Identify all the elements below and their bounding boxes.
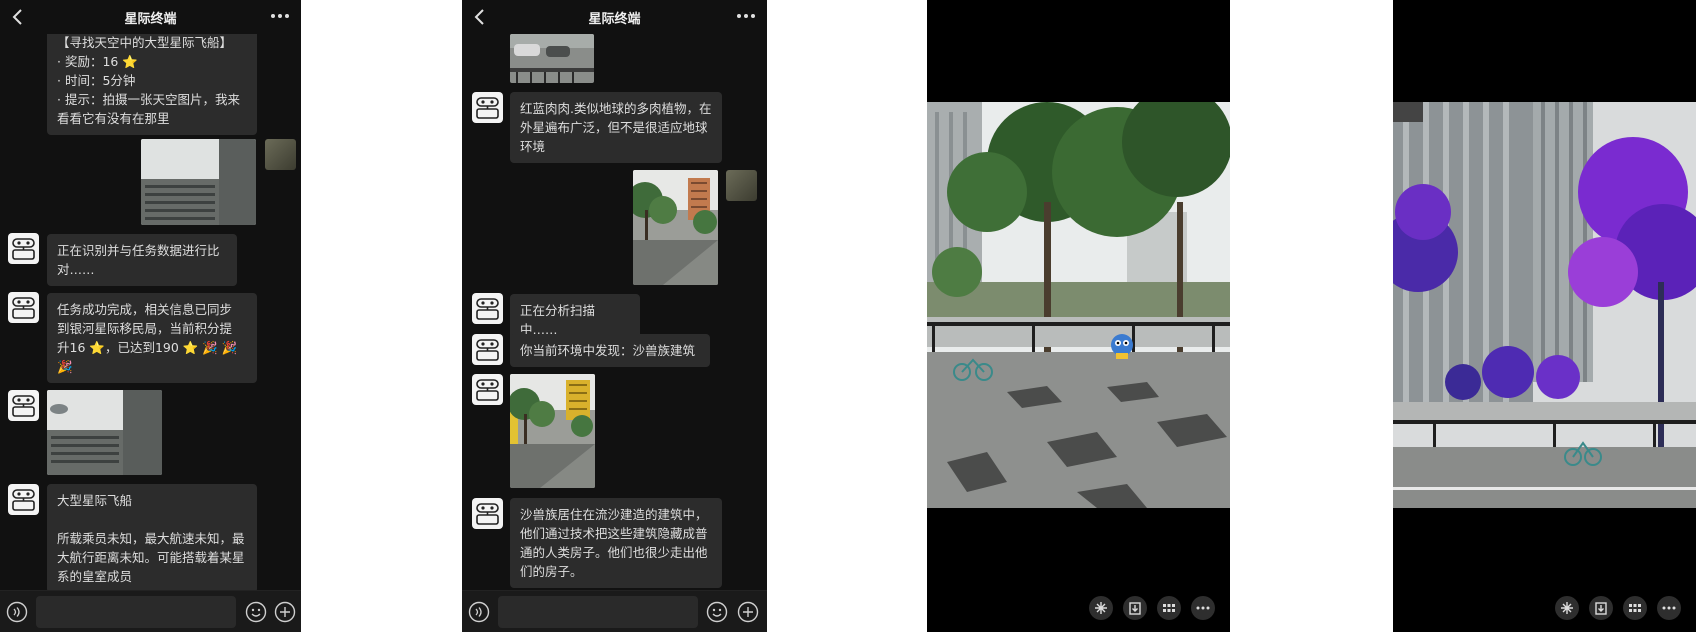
chat-screen-2: 星际终端 红蓝肉肉.类似地球的多肉植物，在 外星遍布广泛，但不是很适应地球 环境 xyxy=(462,0,767,632)
bot-avatar[interactable] xyxy=(472,334,503,365)
user-avatar[interactable] xyxy=(726,170,757,201)
voice-input-icon[interactable] xyxy=(6,601,28,623)
grid-icon[interactable] xyxy=(1157,596,1181,620)
user-photo-sky[interactable] xyxy=(141,139,256,225)
chat-title: 星际终端 xyxy=(124,12,177,27)
ar-scene-purple-trees[interactable] xyxy=(1393,102,1696,508)
grid-icon[interactable] xyxy=(1623,596,1647,620)
emoji-icon[interactable] xyxy=(245,601,267,623)
message-input[interactable] xyxy=(36,596,236,628)
voice-input-icon[interactable] xyxy=(468,601,490,623)
ar-scene-green-trees[interactable] xyxy=(927,102,1230,508)
sparkle-icon[interactable] xyxy=(1555,596,1579,620)
more-options-icon[interactable] xyxy=(735,6,757,26)
message-bubble: 大型星际飞船 所载乘员未知，最大航速未知，最 大航行距离未知。可能搭载着某星 系… xyxy=(47,484,257,593)
top-bar: 星际终端 xyxy=(462,0,767,34)
more-options-icon[interactable] xyxy=(269,6,291,26)
bot-photo-street-cars[interactable] xyxy=(510,34,594,83)
message-bubble: 任务成功完成，相关信息已同步 到银河星际移民局，当前积分提 升16 ⭐，已达到1… xyxy=(47,293,257,383)
message-bubble: 你当前环境中发现：沙兽族建筑 xyxy=(510,334,710,367)
user-photo-street[interactable] xyxy=(633,170,718,285)
emoji-icon[interactable] xyxy=(706,601,728,623)
bot-photo-yellow-building[interactable] xyxy=(510,374,595,488)
plus-icon[interactable] xyxy=(274,601,296,623)
ar-toolbar xyxy=(1393,576,1696,632)
bot-avatar[interactable] xyxy=(472,498,503,529)
ar-camera-screen-1 xyxy=(927,0,1230,632)
message-composer xyxy=(0,590,301,632)
bot-photo-spaceship[interactable] xyxy=(47,390,162,475)
message-bubble: 红蓝肉肉.类似地球的多肉植物，在 外星遍布广泛，但不是很适应地球 环境 xyxy=(510,92,722,163)
bot-avatar[interactable] xyxy=(472,293,503,324)
more-icon[interactable] xyxy=(1191,596,1215,620)
message-input[interactable] xyxy=(498,596,698,628)
plus-icon[interactable] xyxy=(737,601,759,623)
bot-avatar[interactable] xyxy=(472,374,503,405)
chat-title: 星际终端 xyxy=(588,12,641,27)
ar-camera-screen-2 xyxy=(1393,0,1696,632)
message-composer xyxy=(462,590,767,632)
chat-screen-1: 星际终端 【寻找天空中的大型星际飞船】 · 奖励：16 ⭐ · 时间：5分钟 ·… xyxy=(0,0,301,632)
ar-toolbar xyxy=(927,576,1230,632)
bot-avatar[interactable] xyxy=(8,292,39,323)
message-bubble: 正在识别并与任务数据进行比 对…… xyxy=(47,234,237,286)
message-bubble: 沙兽族居住在流沙建造的建筑中， 他们通过技术把这些建筑隐藏成普 通的人类房子。他… xyxy=(510,498,722,588)
bot-avatar[interactable] xyxy=(8,484,39,515)
more-icon[interactable] xyxy=(1657,596,1681,620)
top-bar: 星际终端 xyxy=(0,0,301,34)
bot-avatar[interactable] xyxy=(8,390,39,421)
message-bubble: 【寻找天空中的大型星际飞船】 · 奖励：16 ⭐ · 时间：5分钟 · 提示：拍… xyxy=(47,26,257,135)
sparkle-icon[interactable] xyxy=(1089,596,1113,620)
bot-avatar[interactable] xyxy=(8,233,39,264)
bot-avatar[interactable] xyxy=(472,92,503,123)
user-avatar[interactable] xyxy=(265,139,296,170)
download-icon[interactable] xyxy=(1589,596,1613,620)
download-icon[interactable] xyxy=(1123,596,1147,620)
